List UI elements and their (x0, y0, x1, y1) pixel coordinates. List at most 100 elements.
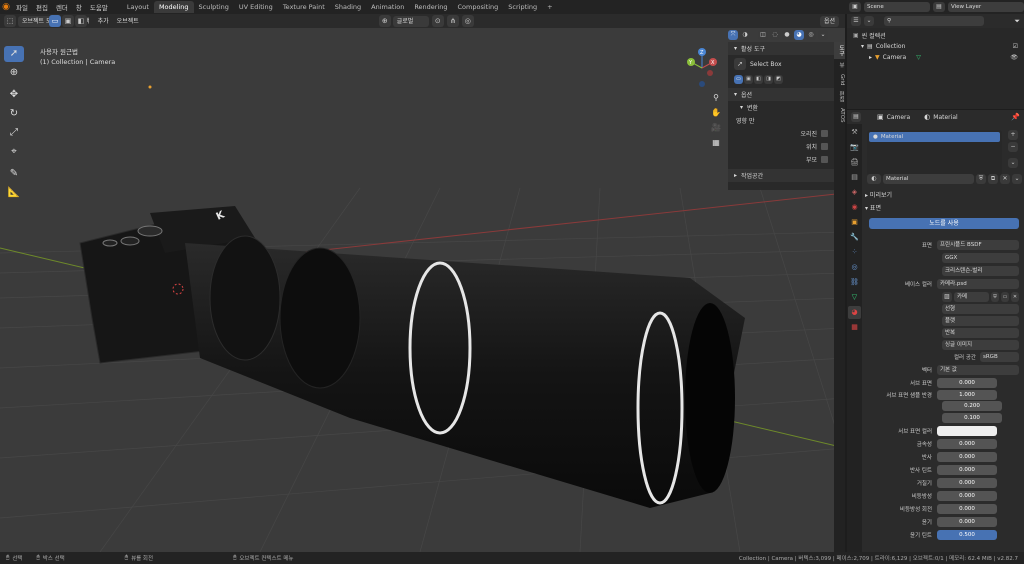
menu-object[interactable]: 오브젝트 (113, 16, 143, 27)
pan-hand-icon[interactable]: ✋ (710, 107, 722, 119)
fake-user-icon[interactable]: ⛨ (976, 174, 986, 184)
measure-tool-icon[interactable]: 📐 (4, 185, 24, 201)
view-layer-tab-icon[interactable]: ▤ (848, 171, 861, 184)
anisotropic-rotation-field[interactable]: 0.000 (937, 503, 997, 514)
display-mode-icon[interactable]: ⌄ (864, 16, 874, 26)
mode-intersect-icon[interactable]: ◩ (774, 75, 783, 84)
select-subtract-icon[interactable]: ◧ (75, 15, 87, 27)
vector-field[interactable]: 기본 값 (937, 364, 1019, 375)
select-box-tool-icon[interactable]: ➚ (734, 58, 746, 70)
solid-shading-icon[interactable]: ● (782, 30, 792, 40)
image-open-icon[interactable]: ▭ (1001, 291, 1009, 302)
menu-help[interactable]: 도움말 (86, 2, 112, 12)
output-tab-icon[interactable]: 🖨 (848, 156, 861, 169)
sheen-tint-field[interactable]: 0.500 (937, 529, 997, 540)
preview-header[interactable]: ▸ 미리보기 (865, 190, 892, 199)
camera-view-icon[interactable]: 🎥 (710, 122, 722, 134)
transform-orientation-selector[interactable]: 글로벌 (392, 15, 429, 27)
subsurface-radius-x-field[interactable]: 1.000 (937, 389, 997, 400)
select-box-mode-icon[interactable]: ▭ (49, 15, 61, 27)
shading-dropdown-icon[interactable]: ⌄ (818, 30, 828, 40)
tab-atos[interactable]: ATOS (834, 105, 845, 126)
navigation-gizmo[interactable]: Z X Y (682, 46, 722, 90)
source-dropdown[interactable]: 싱글 이미지 (942, 340, 1019, 350)
particles-tab-icon[interactable]: ⁘ (848, 246, 861, 259)
world-tab-icon[interactable]: ◉ (848, 201, 861, 214)
tab-animation[interactable]: Animation (366, 1, 409, 13)
rendered-shading-icon[interactable]: ◎ (806, 30, 816, 40)
filter-icon[interactable]: ⏷ (1014, 17, 1020, 26)
unlink-material-icon[interactable]: ✕ (1000, 174, 1010, 184)
annotate-tool-icon[interactable]: ✎ (4, 166, 24, 182)
physics-tab-icon[interactable]: ◎ (848, 261, 861, 274)
options-header[interactable]: ▾ 옵션 (728, 88, 834, 101)
expand-arrow-icon[interactable]: ▸ (869, 54, 872, 61)
tab-edit[interactable]: 편집 (834, 88, 845, 105)
tab-scripting[interactable]: Scripting (503, 1, 542, 13)
data-tab-icon[interactable]: ▽ (848, 291, 861, 304)
mode-extend-icon[interactable]: ▣ (744, 75, 753, 84)
tab-tool[interactable]: 도구 (834, 42, 845, 59)
scene-collection-row[interactable]: ▣ 씬 컬렉션 (853, 30, 1018, 41)
mode-invert-icon[interactable]: ◨ (764, 75, 773, 84)
material-shading-icon[interactable]: ◕ (794, 30, 804, 40)
pivot-icon[interactable]: ⊙ (431, 15, 444, 27)
specular-tint-field[interactable]: 0.000 (937, 464, 997, 475)
slot-specials-icon[interactable]: ⌄ (1008, 158, 1018, 168)
select-tool-icon[interactable]: ➚ (4, 46, 24, 62)
interpolation-dropdown[interactable]: 선형 (942, 304, 1019, 314)
roughness-field[interactable]: 0.000 (937, 477, 997, 488)
image-browse-icon[interactable]: ▨ (942, 291, 952, 302)
workspace-header[interactable]: ▸ 작업공간 (728, 169, 834, 182)
menu-edit[interactable]: 편집 (32, 2, 52, 12)
proportional-edit-icon[interactable]: ◎ (461, 15, 474, 27)
surface-header[interactable]: ▾ 표면 (865, 203, 881, 212)
tab-grid[interactable]: Grid (834, 71, 845, 89)
tab-sculpting[interactable]: Sculpting (194, 1, 234, 13)
anisotropic-field[interactable]: 0.000 (937, 490, 997, 501)
xray-toggle-icon[interactable]: ◫ (758, 30, 768, 40)
grid-view-icon[interactable]: ▦ (710, 137, 722, 149)
light-origin[interactable] (148, 85, 152, 89)
material-tab-icon[interactable]: ◕ (848, 306, 861, 319)
material-link-icon[interactable]: ⌄ (1012, 174, 1022, 184)
menu-window[interactable]: 창 (72, 2, 86, 12)
collection-row[interactable]: ▾ ▤ Collection ☑ (853, 41, 1018, 52)
origins-checkbox[interactable] (821, 130, 828, 137)
subsurface-radius-y-field[interactable]: 0.200 (942, 400, 1002, 411)
add-workspace-button[interactable]: + (542, 1, 557, 13)
specular-field[interactable]: 0.000 (937, 451, 997, 462)
render-tab-icon[interactable]: 📷 (848, 141, 861, 154)
outliner-editor-icon[interactable]: ☰ (851, 16, 861, 26)
active-tool-header[interactable]: ▾ 활성 도구 (728, 42, 834, 55)
mode-new-icon[interactable]: ▭ (734, 75, 743, 84)
transform-tool-icon[interactable]: ⌖ (4, 144, 24, 160)
subsurface-radius-z-field[interactable]: 0.100 (942, 412, 1002, 423)
move-tool-icon[interactable]: ✥ (4, 87, 24, 103)
zoom-icon[interactable]: ⚲ (710, 92, 722, 104)
tab-rendering[interactable]: Rendering (409, 1, 452, 13)
tab-view[interactable]: 뷰 (834, 59, 845, 71)
surface-shader-field[interactable]: 프린시플드 BSDF (937, 239, 1019, 250)
remove-slot-icon[interactable]: − (1008, 142, 1018, 152)
rotate-tool-icon[interactable]: ↻ (4, 106, 24, 122)
image-fake-user-icon[interactable]: ⛨ (991, 291, 999, 302)
scene-icon[interactable]: ▣ (849, 2, 861, 12)
camera-visibility-icon[interactable]: 👁 (1010, 54, 1018, 61)
outliner-search-input[interactable]: ⚲ (884, 16, 984, 26)
image-name-field[interactable]: 카메 (954, 291, 989, 302)
camera-row[interactable]: ▸ ▼ Camera ▽ 👁 (853, 52, 1018, 63)
select-extend-icon[interactable]: ▣ (62, 15, 74, 27)
tab-uv-editing[interactable]: UV Editing (234, 1, 278, 13)
properties-editor-icon[interactable]: ▤ (851, 112, 861, 122)
scene-tab-icon[interactable]: ◈ (848, 186, 861, 199)
color-space-dropdown[interactable]: sRGB (980, 352, 1019, 362)
pin-icon[interactable]: 📌 (1011, 113, 1020, 121)
image-close-icon[interactable]: ✕ (1011, 291, 1019, 302)
camera-model[interactable]: K (79, 206, 745, 508)
sheen-field[interactable]: 0.000 (937, 516, 997, 527)
gizmo-toggle-icon[interactable]: ⤧ (728, 30, 738, 40)
tab-shading[interactable]: Shading (330, 1, 366, 13)
material-name-field[interactable]: Material (883, 174, 974, 184)
editor-type-icon[interactable]: ⬚ (4, 15, 16, 27)
